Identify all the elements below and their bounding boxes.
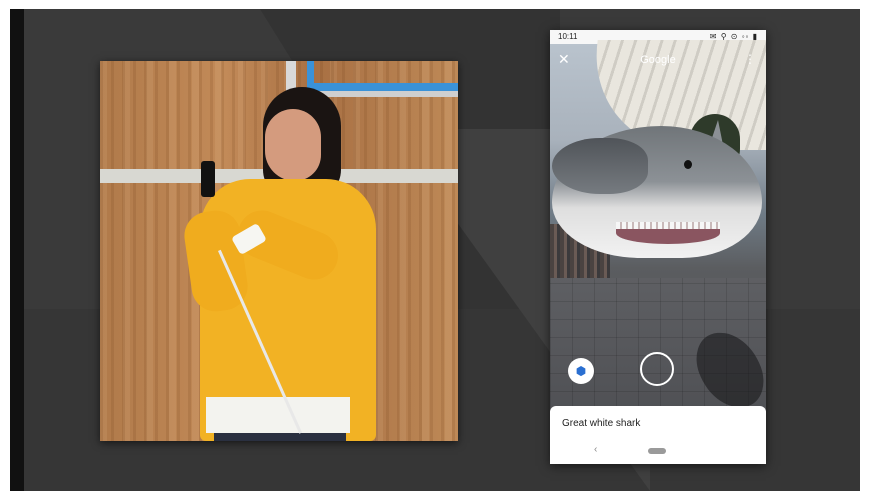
left-frame-border — [10, 9, 24, 491]
shark-eye — [684, 160, 692, 169]
presenter-photo — [100, 61, 458, 441]
app-title: Google — [640, 54, 676, 66]
status-time: 10:11 — [558, 32, 578, 41]
home-icon[interactable] — [648, 448, 666, 454]
result-sheet[interactable]: Great white shark ‹ — [550, 406, 766, 464]
view-3d-icon: ⬢ — [575, 364, 587, 378]
presenter-face — [265, 109, 321, 181]
shutter-icon[interactable] — [640, 352, 674, 386]
back-icon[interactable]: ‹ — [594, 444, 597, 455]
phone-screen-mirror: 10:11 ✉ ⚲ ⊙ ◦◦ ▮ ✕ Google ⋮ ⬢ Great whit… — [550, 30, 766, 464]
view-3d-button[interactable]: ⬢ — [568, 358, 594, 384]
handheld-phone — [201, 161, 215, 197]
more-options-icon[interactable]: ⋮ — [744, 52, 756, 66]
result-label: Great white shark — [562, 418, 641, 429]
